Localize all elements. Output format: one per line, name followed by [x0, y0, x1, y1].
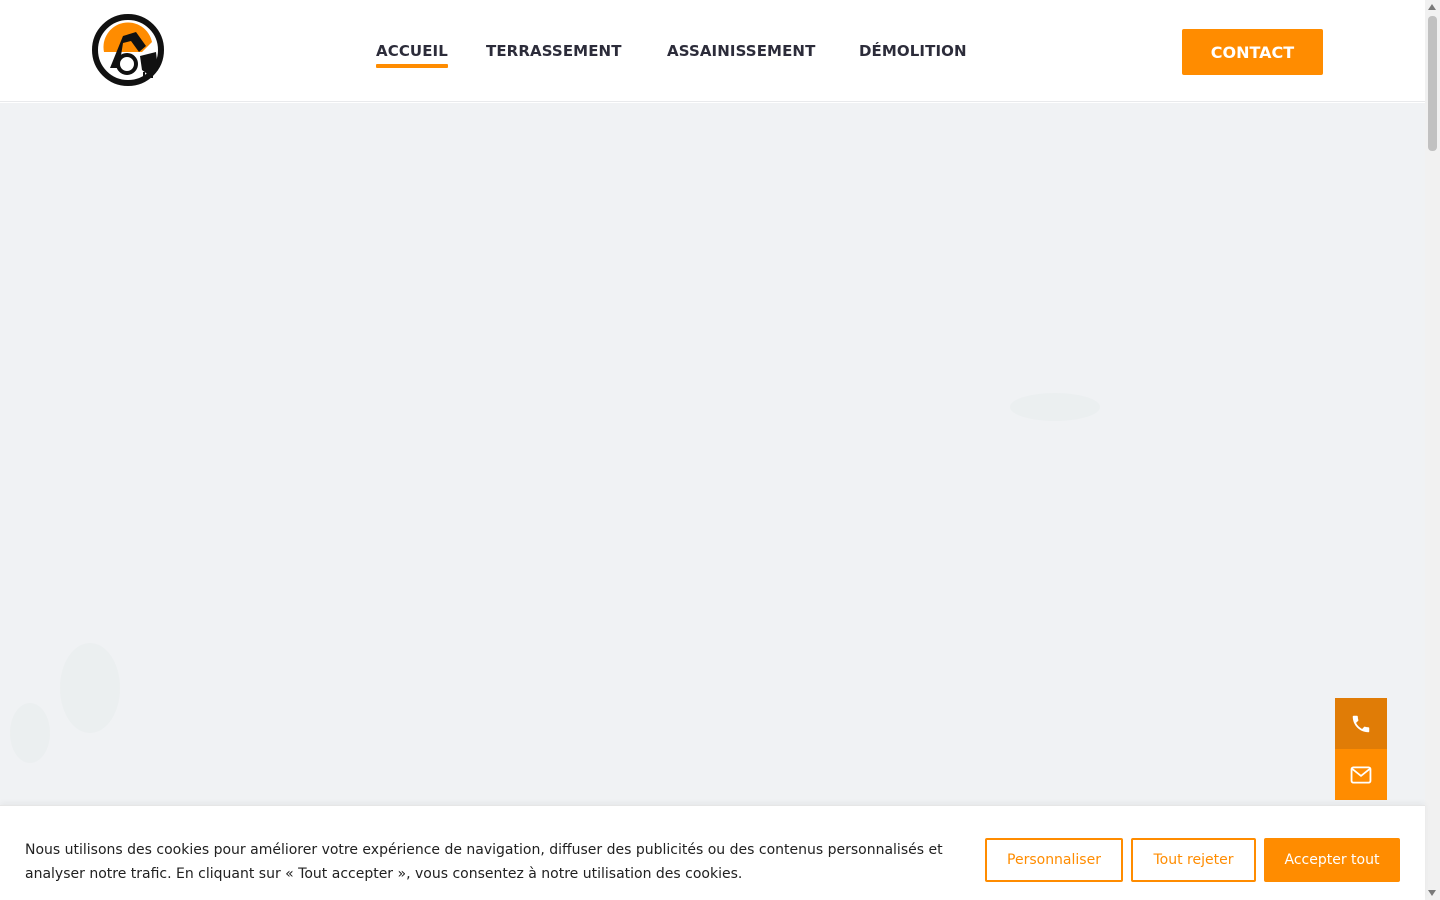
cookie-customize-button[interactable]: Personnaliser	[985, 838, 1123, 882]
hero-texture	[1010, 393, 1100, 421]
contact-button[interactable]: CONTACT	[1182, 29, 1323, 75]
phone-icon	[1352, 715, 1370, 732]
scroll-down-arrow-icon[interactable]	[1428, 890, 1436, 896]
nav-accueil[interactable]: ACCUEIL	[376, 42, 448, 68]
email-button[interactable]	[1335, 749, 1387, 800]
cookie-message: Nous utilisons des cookies pour améliore…	[25, 842, 943, 882]
mail-icon	[1350, 765, 1372, 784]
nav-assainissement[interactable]: ASSAINISSEMENT	[667, 42, 815, 60]
nav-terrassement[interactable]: TERRASSEMENT	[486, 42, 622, 60]
site-header: ACCUEIL TERRASSEMENT ASSAINISSEMENT DÉMO…	[0, 0, 1425, 102]
hero-texture	[60, 643, 120, 733]
scroll-up-arrow-icon[interactable]	[1428, 4, 1436, 10]
hero-banner	[0, 103, 1425, 805]
cookie-banner: Nous utilisons des cookies pour améliore…	[0, 805, 1425, 900]
scroll-thumb[interactable]	[1428, 16, 1437, 151]
cookie-accept-button[interactable]: Accepter tout	[1264, 838, 1400, 882]
hero-texture	[10, 703, 50, 763]
cookie-reject-button[interactable]: Tout rejeter	[1131, 838, 1256, 882]
page-scrollbar[interactable]	[1425, 0, 1440, 900]
call-button[interactable]	[1335, 698, 1387, 749]
nav-demolition[interactable]: DÉMOLITION	[859, 42, 967, 60]
